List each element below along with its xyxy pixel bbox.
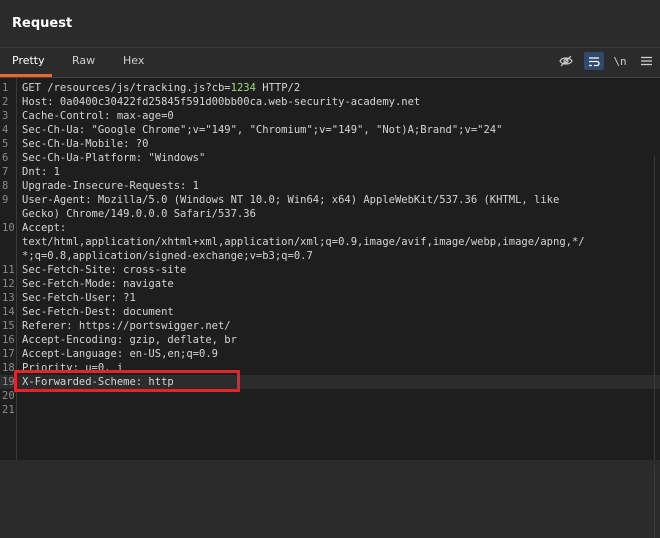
line-text: *;q=0.8,application/signed-exchange;v=b3… (22, 250, 313, 262)
code-line[interactable]: 14 Sec-Fetch-Dest: document (0, 305, 660, 319)
line-number: 2 (2, 96, 9, 108)
code-line[interactable]: 13 Sec-Fetch-User: ?1 (0, 291, 660, 305)
newline-icon[interactable]: \n (610, 52, 630, 70)
code-line[interactable]: 1 GET /resources/js/tracking.js?cb=1234 H… (0, 81, 660, 95)
line-number: 3 (2, 110, 9, 122)
highlight-annotation-box (14, 370, 240, 392)
line-number: 18 (2, 362, 15, 374)
line-text: Host: 0a0400c30422fd25845f591d00bb00ca.w… (22, 96, 421, 108)
line-text: Sec-Ch-Ua-Mobile: ?0 (22, 138, 149, 150)
line-number: 12 (2, 278, 15, 290)
tab-hex[interactable]: Hex (123, 54, 144, 74)
panel-header: Request (0, 0, 660, 47)
line-number: 20 (2, 390, 15, 402)
tab-pretty[interactable]: Pretty (12, 54, 45, 74)
line-number: 1 (2, 82, 9, 94)
line-number: 11 (2, 264, 15, 276)
tab-bar: Pretty Raw Hex \n (0, 48, 660, 78)
code-line[interactable]: 7 Dnt: 1 (0, 165, 660, 179)
code-line[interactable]: *;q=0.8,application/signed-exchange;v=b3… (0, 249, 660, 263)
code-line[interactable]: text/html,application/xhtml+xml,applicat… (0, 235, 660, 249)
line-number: 5 (2, 138, 9, 150)
code-line[interactable]: 21 (0, 403, 660, 417)
line-text: Referer: https://portswigger.net/ (22, 320, 231, 332)
line-number: 7 (2, 166, 9, 178)
line-text: Upgrade-Insecure-Requests: 1 (22, 180, 200, 192)
editor-right-border (654, 156, 655, 538)
line-number: 9 (2, 194, 9, 206)
wrap-lines-icon[interactable] (584, 52, 604, 70)
line-number: 8 (2, 180, 9, 192)
line-text: Gecko) Chrome/149.0.0.0 Safari/537.36 (22, 208, 256, 220)
code-line[interactable]: 4 Sec-Ch-Ua: "Google Chrome";v="149", "Ch… (0, 123, 660, 137)
line-number: 17 (2, 348, 15, 360)
code-line[interactable]: Gecko) Chrome/149.0.0.0 Safari/537.36 (0, 207, 660, 221)
bottom-bar (0, 460, 660, 465)
line-text: Sec-Ch-Ua: "Google Chrome";v="149", "Chr… (22, 124, 503, 136)
line-text: Sec-Fetch-Mode: navigate (22, 278, 174, 290)
line-number: 10 (2, 222, 15, 234)
code-line[interactable]: 12 Sec-Fetch-Mode: navigate (0, 277, 660, 291)
tab-raw[interactable]: Raw (72, 54, 95, 74)
eye-off-icon[interactable] (556, 52, 576, 70)
code-line[interactable]: 2 Host: 0a0400c30422fd25845f591d00bb00ca.… (0, 95, 660, 109)
line-text: User-Agent: Mozilla/5.0 (Windows NT 10.0… (22, 194, 560, 206)
line-text: GET /resources/js/tracking.js?cb=1234 HT… (22, 82, 301, 94)
line-number: 15 (2, 320, 15, 332)
line-text: Sec-Fetch-Site: cross-site (22, 264, 187, 276)
line-number: 21 (2, 404, 15, 416)
line-text: Sec-Fetch-Dest: document (22, 306, 174, 318)
line-text: Cache-Control: max-age=0 (22, 110, 174, 122)
code-line[interactable]: 5 Sec-Ch-Ua-Mobile: ?0 (0, 137, 660, 151)
line-number: 14 (2, 306, 15, 318)
code-line[interactable]: 3 Cache-Control: max-age=0 (0, 109, 660, 123)
line-number: 19 (2, 376, 15, 388)
code-line[interactable]: 15 Referer: https://portswigger.net/ (0, 319, 660, 333)
code-line[interactable]: 8 Upgrade-Insecure-Requests: 1 (0, 179, 660, 193)
code-line[interactable]: 17 Accept-Language: en-US,en;q=0.9 (0, 347, 660, 361)
query-number: 1234 (230, 82, 256, 94)
code-line[interactable]: 16 Accept-Encoding: gzip, deflate, br (0, 333, 660, 347)
line-text: Dnt: 1 (22, 166, 60, 178)
line-text: Accept: (22, 222, 67, 234)
line-number: 16 (2, 334, 15, 346)
line-text: Accept-Language: en-US,en;q=0.9 (22, 348, 218, 360)
request-editor[interactable]: 1 GET /resources/js/tracking.js?cb=1234 H… (0, 78, 660, 538)
line-number: 13 (2, 292, 15, 304)
line-number: 6 (2, 152, 9, 164)
line-text: Sec-Ch-Ua-Platform: "Windows" (22, 152, 206, 164)
menu-icon[interactable] (636, 52, 656, 70)
code-line[interactable]: 10 Accept: (0, 221, 660, 235)
code-line[interactable]: 11 Sec-Fetch-Site: cross-site (0, 263, 660, 277)
code-line[interactable]: 6 Sec-Ch-Ua-Platform: "Windows" (0, 151, 660, 165)
panel-title: Request (12, 16, 73, 31)
line-number: 4 (2, 124, 9, 136)
code-line[interactable]: 9 User-Agent: Mozilla/5.0 (Windows NT 10.… (0, 193, 660, 207)
line-text: text/html,application/xhtml+xml,applicat… (22, 236, 585, 248)
line-text: Accept-Encoding: gzip, deflate, br (22, 334, 237, 346)
line-text: Sec-Fetch-User: ?1 (22, 292, 136, 304)
